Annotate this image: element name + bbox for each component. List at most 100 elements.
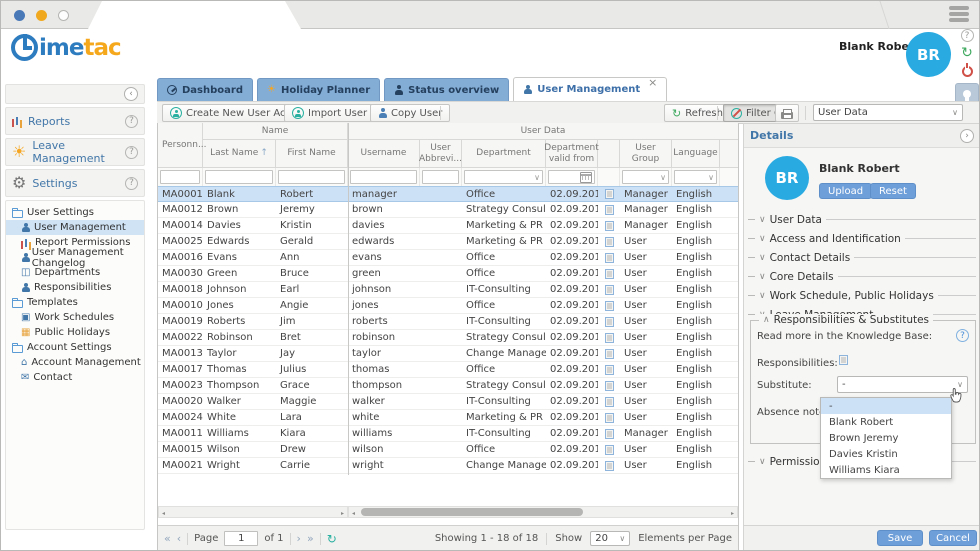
column-header-department[interactable]: Department: [462, 140, 546, 168]
column-header-user-group[interactable]: User Group: [620, 140, 672, 168]
prev-page-button[interactable]: ‹: [177, 532, 181, 545]
avatar[interactable]: BR: [906, 32, 951, 77]
sidebar-item-responsibilities[interactable]: Responsibilities: [6, 280, 144, 295]
tab-dashboard[interactable]: Dashboard: [157, 78, 253, 101]
department-history-icon[interactable]: [605, 397, 614, 407]
first-page-button[interactable]: «: [164, 532, 171, 545]
filter-input[interactable]: [350, 170, 417, 184]
sidebar-item-user-settings[interactable]: User Settings: [6, 205, 144, 220]
column-header-history[interactable]: [598, 140, 620, 168]
refresh-button[interactable]: ↻ Refresh: [664, 104, 731, 122]
browser-tab-shape[interactable]: [88, 1, 301, 29]
column-header-department-valid-from[interactable]: Department valid from: [546, 140, 598, 168]
table-row[interactable]: MA0021WrightCarriewrightChange Managemen…: [158, 458, 738, 474]
column-header-username[interactable]: Username: [348, 140, 420, 168]
logout-power-icon[interactable]: [962, 66, 973, 77]
department-history-icon[interactable]: [605, 221, 614, 231]
filter-input[interactable]: [160, 170, 200, 184]
department-history-icon[interactable]: [605, 365, 614, 375]
table-row[interactable]: MA0015WilsonDrewwilsonOffice02.09.2016Us…: [158, 442, 738, 458]
browser-menu-icon[interactable]: [949, 6, 969, 22]
filter-select[interactable]: ∨: [464, 170, 543, 184]
column-header-first-name[interactable]: First Name: [276, 140, 348, 168]
department-history-icon[interactable]: [605, 189, 614, 199]
table-row[interactable]: MA0020WalkerMaggiewalkerIT-Consulting02.…: [158, 394, 738, 410]
section-core-details[interactable]: ∨Core Details: [748, 267, 976, 286]
calendar-icon[interactable]: [580, 172, 592, 183]
page-number-input[interactable]: [224, 531, 258, 546]
table-row[interactable]: MA0001BlankRobertmanagerOffice02.09.2016…: [158, 186, 738, 202]
last-page-button[interactable]: »: [307, 532, 314, 545]
sidebar-item-user-management[interactable]: User Management: [6, 220, 144, 235]
department-history-icon[interactable]: [605, 381, 614, 391]
reload-icon[interactable]: ↻: [327, 533, 337, 545]
sidebar-collapse-button[interactable]: ‹: [124, 87, 138, 101]
department-history-icon[interactable]: [605, 461, 614, 471]
column-header-personnel[interactable]: Personn...: [158, 123, 203, 168]
section-work-schedule-public-holidays[interactable]: ∨Work Schedule, Public Holidays: [748, 286, 976, 305]
table-row[interactable]: MA0024WhiteLarawhiteMarketing & PR02.09.…: [158, 410, 738, 426]
sidebar-item-templates[interactable]: Templates: [6, 295, 144, 310]
table-row[interactable]: MA0017ThomasJuliusthomasOffice02.09.2016…: [158, 362, 738, 378]
department-history-icon[interactable]: [605, 317, 614, 327]
department-history-icon[interactable]: [605, 237, 614, 247]
window-dot-white-icon[interactable]: [58, 10, 69, 21]
dropdown-option[interactable]: Brown Jeremy: [821, 430, 951, 446]
table-row[interactable]: MA0013TaylorJaytaylorChange Management02…: [158, 346, 738, 362]
filter-select[interactable]: ∨: [674, 170, 717, 184]
help-icon[interactable]: ?: [961, 29, 974, 42]
table-row[interactable]: MA0011WilliamsKiarawilliamsIT-Consulting…: [158, 426, 738, 442]
scrollbar-thumb[interactable]: [361, 508, 583, 516]
dropdown-option[interactable]: Williams Kiara: [821, 462, 951, 478]
filter-input[interactable]: [278, 170, 345, 184]
sidebar-section-reports[interactable]: Reports?: [5, 107, 145, 135]
next-page-button[interactable]: ›: [297, 532, 301, 545]
section-access-and-identification[interactable]: ∨Access and Identification: [748, 229, 976, 248]
table-row[interactable]: MA0019RobertsJimrobertsIT-Consulting02.0…: [158, 314, 738, 330]
sidebar-item-user-management-changelog[interactable]: User Management Changelog: [6, 250, 144, 265]
window-dot-blue-icon[interactable]: [14, 10, 25, 21]
table-row[interactable]: MA0030GreenBrucegreenOffice02.09.2016Use…: [158, 266, 738, 282]
details-expand-button[interactable]: ›: [960, 129, 974, 143]
sidebar-item-work-schedules[interactable]: ▣Work Schedules: [6, 310, 144, 325]
column-header-language[interactable]: Language: [672, 140, 720, 168]
page-size-select[interactable]: 20 ∨: [590, 531, 630, 546]
filter-input[interactable]: [205, 170, 273, 184]
table-row[interactable]: MA0023ThompsonGracethompsonStrategy Cons…: [158, 378, 738, 394]
upload-button[interactable]: Upload: [819, 183, 872, 199]
dropdown-option[interactable]: Davies Kristin: [821, 446, 951, 462]
department-history-icon[interactable]: [605, 205, 614, 215]
responsibilities-section-header[interactable]: ∧ Responsibilities & Substitutes: [759, 314, 933, 326]
cancel-button[interactable]: Cancel: [929, 530, 977, 546]
department-history-icon[interactable]: [605, 285, 614, 295]
department-history-icon[interactable]: [605, 269, 614, 279]
dropdown-option[interactable]: -: [821, 398, 951, 414]
table-row[interactable]: MA0016EvansAnnevansOffice02.09.2016UserE…: [158, 250, 738, 266]
filter-input[interactable]: [422, 170, 459, 184]
table-row[interactable]: MA0014DaviesKristindaviesMarketing & PR0…: [158, 218, 738, 234]
left-scrollbar[interactable]: ◂▸: [158, 506, 348, 518]
department-history-icon[interactable]: [605, 413, 614, 423]
window-dot-yellow-icon[interactable]: [36, 10, 47, 21]
responsibilities-grid-icon[interactable]: [839, 355, 848, 365]
table-row[interactable]: MA0025EdwardsGeraldedwardsMarketing & PR…: [158, 234, 738, 250]
tab-holiday-planner[interactable]: ☀Holiday Planner: [257, 78, 380, 101]
help-icon[interactable]: ?: [125, 115, 138, 128]
filter-date-input[interactable]: [548, 170, 595, 184]
sidebar-section-leave-management[interactable]: ☀Leave Management?: [5, 138, 145, 166]
department-history-icon[interactable]: [605, 429, 614, 439]
department-history-icon[interactable]: [605, 253, 614, 263]
filter-select[interactable]: ∨: [622, 170, 669, 184]
sidebar-item-account-settings[interactable]: Account Settings: [6, 340, 144, 355]
sidebar-item-account-management[interactable]: ⌂Account Management: [6, 355, 144, 370]
department-history-icon[interactable]: [605, 301, 614, 311]
view-mode-select[interactable]: User Data ∨: [813, 104, 963, 121]
section-user-data[interactable]: ∨User Data: [748, 210, 976, 229]
sidebar-item-contact[interactable]: ✉Contact: [6, 370, 144, 385]
sidebar-item-public-holidays[interactable]: ▦Public Holidays: [6, 325, 144, 340]
table-row[interactable]: MA0022RobinsonBretrobinsonStrategy Consu…: [158, 330, 738, 346]
dropdown-option[interactable]: Blank Robert: [821, 414, 951, 430]
help-icon[interactable]: ?: [125, 146, 138, 159]
column-header-user-abbrevi-[interactable]: User Abbrevi...: [420, 140, 462, 168]
table-row[interactable]: MA0010JonesAngiejonesOffice02.09.2016Use…: [158, 298, 738, 314]
